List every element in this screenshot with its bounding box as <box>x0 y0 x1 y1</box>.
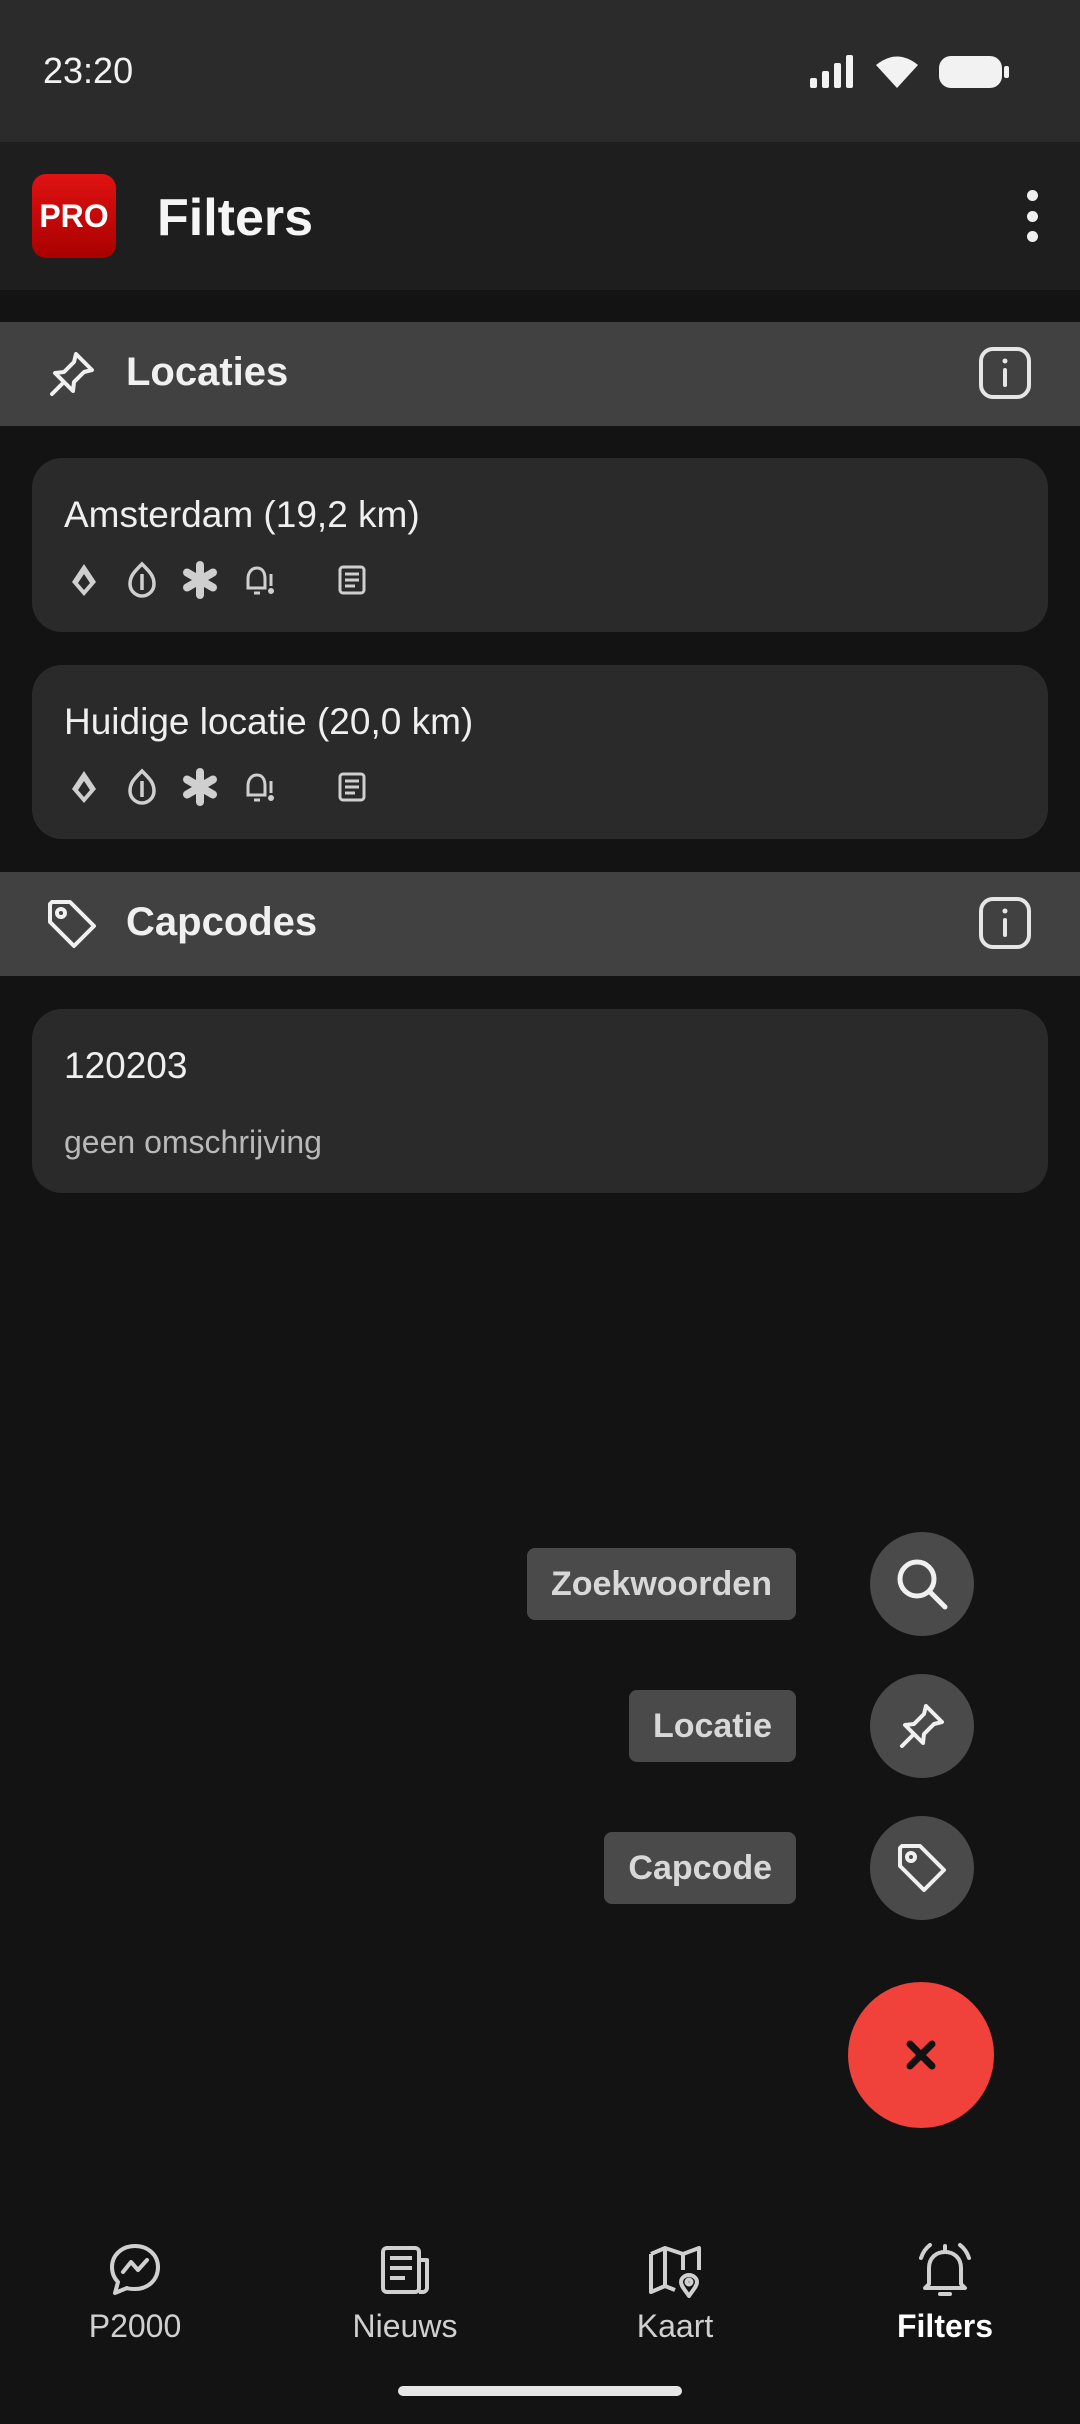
app-bar: PRO Filters <box>0 142 1080 290</box>
status-time: 23:20 <box>43 50 134 91</box>
capcode-description: geen omschrijving <box>64 1124 322 1160</box>
nav-label: Nieuws <box>352 2308 458 2344</box>
nav-label: Filters <box>896 2308 994 2344</box>
service-icons <box>64 765 390 809</box>
tag-icon <box>898 1844 946 1892</box>
search-icon <box>897 1559 948 1610</box>
service-icons <box>64 558 390 602</box>
info-icon[interactable] <box>978 896 1032 950</box>
fire-icon <box>72 771 96 803</box>
capcode-number: 120203 <box>64 1045 188 1086</box>
nav-label: Kaart <box>636 2308 714 2344</box>
newspaper-icon <box>381 2246 429 2294</box>
location-title: Amsterdam (19,2 km) <box>64 494 420 535</box>
alert-bell-icon <box>246 566 274 595</box>
nav-item-filters[interactable]: Filters <box>810 2240 1080 2345</box>
battery-icon <box>939 56 1009 88</box>
signal-icon <box>810 55 853 88</box>
pro-logo: PRO <box>32 174 116 258</box>
wifi-icon <box>876 56 918 88</box>
bell-icon <box>919 2243 971 2296</box>
nav-label: P2000 <box>88 2308 182 2344</box>
map-icon <box>649 2246 701 2298</box>
fire-icon <box>72 564 96 596</box>
brandweer-icon <box>128 561 156 598</box>
status-bar: 23:20 <box>0 0 1080 142</box>
news-icon <box>338 772 366 802</box>
page-title: Filters <box>157 189 314 247</box>
nav-item-kaart[interactable]: Kaart <box>540 2240 810 2345</box>
add-keyword-button[interactable] <box>870 1532 974 1636</box>
add-location-button[interactable] <box>870 1674 974 1778</box>
section-header-locaties: Locaties <box>0 322 1080 426</box>
nav-item-p2000[interactable]: P2000 <box>0 2240 270 2345</box>
speed-dial-label-capcode[interactable]: Capcode <box>604 1832 796 1904</box>
tag-icon <box>48 900 96 948</box>
location-title: Huidige locatie (20,0 km) <box>64 701 474 742</box>
section-header-capcodes: Capcodes <box>0 872 1080 976</box>
news-icon <box>338 565 366 595</box>
status-icons <box>808 52 1010 92</box>
info-icon[interactable] <box>978 346 1032 400</box>
chat-icon <box>110 2244 160 2295</box>
close-icon <box>906 2040 936 2070</box>
speed-dial-label-locatie[interactable]: Locatie <box>628 1690 796 1762</box>
nav-item-nieuws[interactable]: Nieuws <box>270 2240 540 2345</box>
alert-bell-icon <box>246 773 274 802</box>
ambulance-icon <box>183 561 217 599</box>
speed-dial-label-zoekwoorden[interactable]: Zoekwoorden <box>526 1548 796 1620</box>
pin-icon <box>50 352 94 396</box>
capcode-card[interactable]: 120203 geen omschrijving <box>32 1009 1048 1193</box>
overflow-menu-icon[interactable] <box>1022 190 1042 242</box>
section-title: Locaties <box>126 350 289 394</box>
brandweer-icon <box>128 768 156 805</box>
close-speed-dial-button[interactable] <box>848 1982 994 2128</box>
location-card[interactable]: Amsterdam (19,2 km) <box>32 458 1048 632</box>
home-indicator[interactable] <box>398 2386 682 2396</box>
ambulance-icon <box>183 768 217 806</box>
add-capcode-button[interactable] <box>870 1816 974 1920</box>
section-title: Capcodes <box>126 900 318 944</box>
pin-icon <box>900 1704 944 1748</box>
location-card[interactable]: Huidige locatie (20,0 km) <box>32 665 1048 839</box>
